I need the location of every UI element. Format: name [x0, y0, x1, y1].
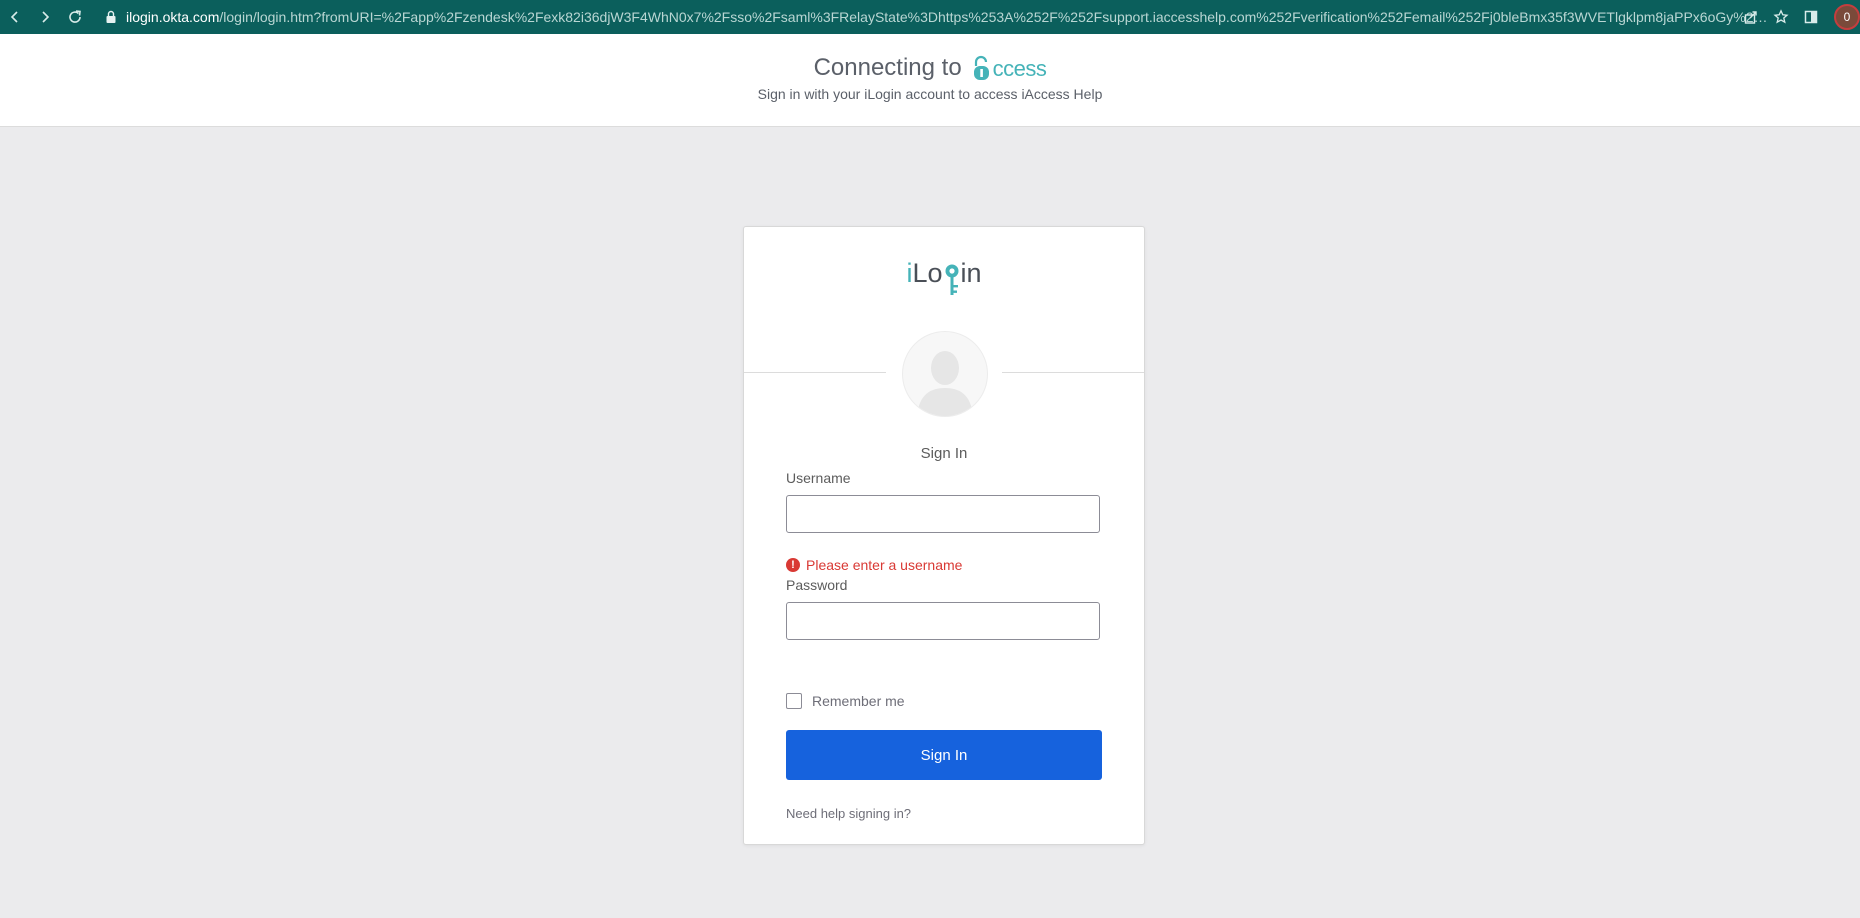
connecting-heading: Connecting to ccess: [0, 54, 1860, 82]
connecting-text: Connecting to: [813, 54, 962, 81]
remember-me-checkbox[interactable]: [786, 693, 802, 709]
url-path: /login/login.htm?fromURI=%2Fapp%2Fzendes…: [219, 9, 1774, 25]
remember-me-label: Remember me: [812, 693, 905, 709]
sign-in-card: i Lo in Sign In Username ! Please enter …: [743, 226, 1145, 845]
divider: [744, 372, 886, 373]
access-logo-text: ccess: [992, 56, 1047, 81]
padlock-logo-icon: [973, 55, 989, 80]
password-label: Password: [786, 577, 848, 593]
toolbar-actions: 0: [1736, 2, 1860, 32]
header-subtitle: Sign in with your iLogin account to acce…: [757, 86, 1103, 102]
sign-in-button[interactable]: Sign In: [786, 730, 1102, 780]
logo-text-end: in: [960, 258, 982, 288]
logo-text-start: Lo: [912, 258, 943, 288]
address-bar[interactable]: ilogin.okta.com/login/login.htm?fromURI=…: [86, 3, 1774, 31]
error-icon: !: [786, 558, 800, 572]
back-icon[interactable]: [0, 2, 30, 32]
help-signing-in-link[interactable]: Need help signing in?: [786, 806, 911, 821]
app-header: Connecting to ccess Sign in with your iL…: [0, 34, 1860, 127]
bookmark-star-icon[interactable]: [1766, 2, 1796, 32]
lock-icon: [106, 10, 116, 23]
iaccess-logo: ccess: [972, 54, 1047, 82]
sign-in-title: Sign In: [920, 445, 968, 462]
username-input[interactable]: [786, 495, 1100, 533]
browser-toolbar: ilogin.okta.com/login/login.htm?fromURI=…: [0, 0, 1860, 34]
username-label: Username: [786, 470, 851, 486]
side-panel-icon[interactable]: [1796, 2, 1826, 32]
remember-me[interactable]: Remember me: [786, 693, 905, 709]
forward-icon[interactable]: [30, 2, 60, 32]
key-logo-icon: [945, 264, 959, 295]
username-error-text: Please enter a username: [806, 557, 963, 573]
divider: [1002, 372, 1144, 373]
share-icon[interactable]: [1736, 2, 1766, 32]
username-error: ! Please enter a username: [786, 557, 962, 573]
user-avatar: [902, 331, 988, 417]
password-input[interactable]: [786, 602, 1100, 640]
ilogin-logo: i Lo in: [744, 255, 1144, 295]
user-silhouette-icon: [917, 351, 973, 416]
profile-avatar[interactable]: 0: [1834, 4, 1860, 30]
url-host: ilogin.okta.com: [126, 9, 220, 25]
